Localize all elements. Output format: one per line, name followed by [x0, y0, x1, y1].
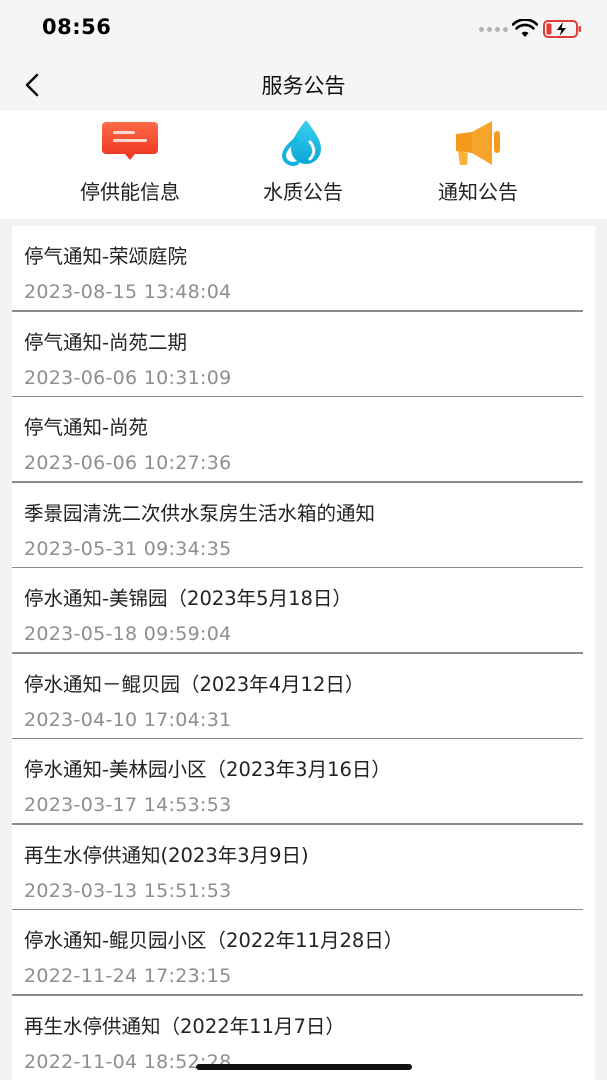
notice-title: 停气通知-荣颂庭院 — [24, 245, 188, 268]
notice-item[interactable]: 停水通知-美锦园（2023年5月18日） 2023-05-18 09:59:04 — [12, 568, 595, 654]
screen: 08:56 服务公告 停供能信息 水质公告 通知公告 停气通知-荣颂庭院 202… — [0, 0, 607, 1080]
home-indicator[interactable] — [196, 1064, 412, 1070]
category-announcements[interactable]: 通知公告 — [398, 111, 558, 219]
notice-item[interactable]: 停气通知-尚苑 2023-06-06 10:27:36 — [12, 397, 595, 483]
notice-title: 停水通知-美林园小区（2023年3月16日） — [24, 758, 391, 781]
navigation-bar: 服务公告 — [0, 58, 607, 111]
category-outage-info[interactable]: 停供能信息 — [50, 111, 210, 219]
notice-item[interactable]: 再生水停供通知(2023年3月9日) 2023-03-13 15:51:53 — [12, 825, 595, 910]
notice-title: 停气通知-尚苑 — [24, 416, 149, 439]
notice-date: 2023-03-17 14:53:53 — [24, 794, 232, 816]
notice-item[interactable]: 停气通知-尚苑二期 2023-06-06 10:31:09 — [12, 312, 595, 397]
notice-title: 停水通知-美锦园（2023年5月18日） — [24, 587, 352, 610]
category-water-quality[interactable]: 水质公告 — [223, 111, 383, 219]
category-row: 停供能信息 水质公告 通知公告 — [0, 111, 607, 219]
notice-date: 2022-11-24 17:23:15 — [24, 965, 232, 987]
notice-title: 再生水停供通知（2022年11月7日） — [24, 1014, 345, 1038]
notice-date: 2023-06-06 10:31:09 — [24, 366, 232, 389]
notice-date: 2023-05-31 09:34:35 — [24, 537, 232, 560]
notice-title: 停水通知－鲲贝园（2023年4月12日） — [24, 672, 365, 696]
notice-date: 2023-06-06 10:27:36 — [24, 452, 232, 474]
notice-title: 停水通知-鲲贝园小区（2022年11月28日） — [24, 929, 404, 952]
megaphone-icon — [456, 121, 500, 165]
notice-list: 停气通知-荣颂庭院 2023-08-15 13:48:04 停气通知-尚苑二期 … — [12, 226, 595, 1080]
notice-item[interactable]: 停水通知-鲲贝园小区（2022年11月28日） 2022-11-24 17:23… — [12, 910, 595, 996]
notice-item[interactable]: 停水通知-美林园小区（2023年3月16日） 2023-03-17 14:53:… — [12, 739, 595, 825]
notice-title: 季景园清洗二次供水泵房生活水箱的通知 — [24, 501, 376, 525]
status-bar: 08:56 — [0, 0, 607, 58]
notice-item[interactable]: 季景园清洗二次供水泵房生活水箱的通知 2023-05-31 09:34:35 — [12, 483, 595, 568]
category-label: 水质公告 — [263, 180, 343, 204]
notice-card-icon — [102, 122, 158, 160]
battery-charging-icon — [543, 20, 581, 38]
page-title: 服务公告 — [261, 74, 346, 98]
notice-item[interactable]: 停气通知-荣颂庭院 2023-08-15 13:48:04 — [12, 226, 595, 312]
notice-date: 2023-05-18 09:59:04 — [24, 623, 232, 645]
notice-date: 2023-08-15 13:48:04 — [24, 281, 232, 303]
notice-date: 2023-03-13 15:51:53 — [24, 879, 232, 902]
notice-title: 再生水停供通知(2023年3月9日) — [24, 843, 309, 867]
cellular-signal-icon — [479, 27, 509, 33]
category-label: 通知公告 — [438, 180, 518, 204]
notice-title: 停气通知-尚苑二期 — [24, 330, 188, 354]
notice-date: 2023-04-10 17:04:31 — [24, 708, 232, 731]
water-drop-icon — [281, 120, 321, 166]
status-time: 08:56 — [42, 15, 112, 39]
notice-item[interactable]: 停水通知－鲲贝园（2023年4月12日） 2023-04-10 17:04:31 — [12, 654, 595, 739]
category-label: 停供能信息 — [80, 180, 180, 204]
wifi-icon — [512, 19, 538, 37]
